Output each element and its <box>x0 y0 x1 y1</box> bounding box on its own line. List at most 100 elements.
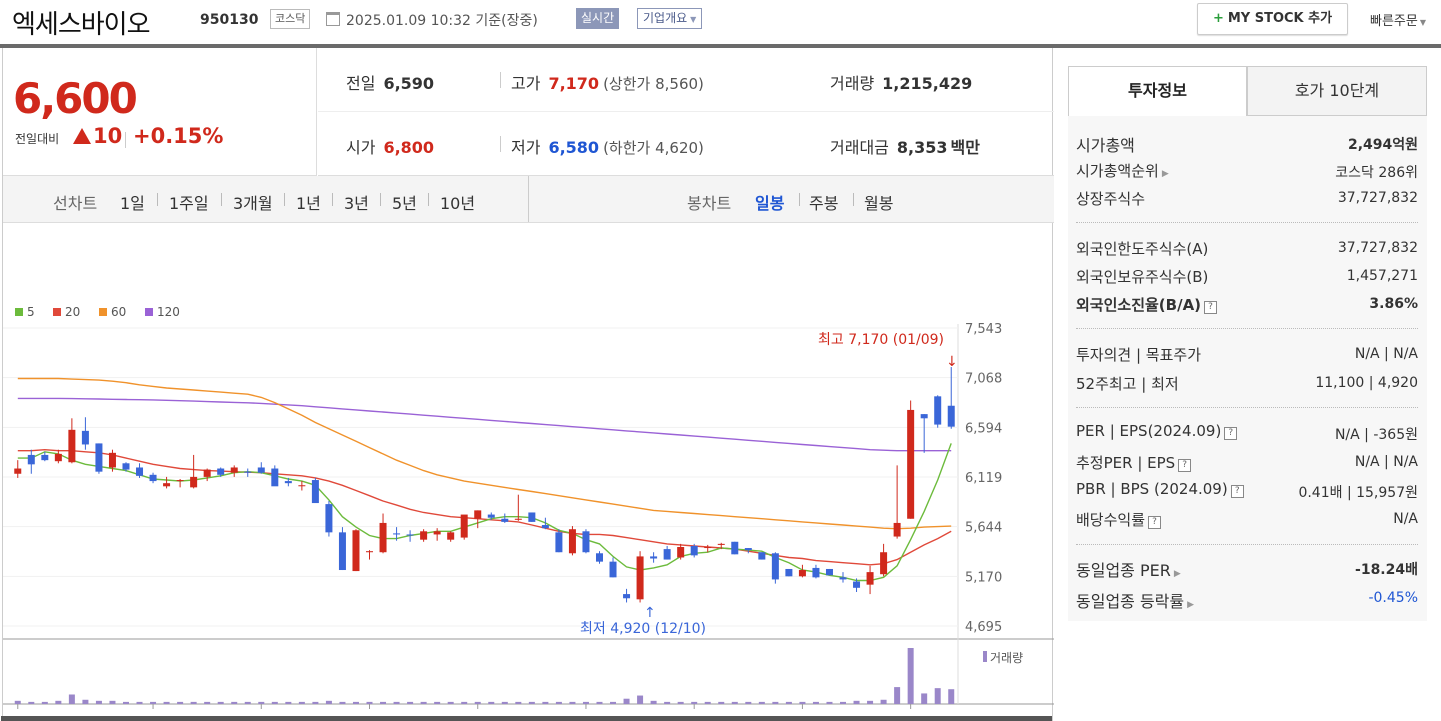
candle-body <box>704 547 712 549</box>
volume-bar <box>515 701 522 704</box>
divider <box>853 193 854 206</box>
stock-code: 950130 <box>200 12 259 28</box>
main-panel: 6,600 전일대비 10 +0.15% 전일 6,590 고가 7,170 (상한가… <box>1 48 1054 721</box>
info-value: 11,100 | 4,920 <box>1315 375 1418 391</box>
info-value: -0.45% <box>1368 590 1418 606</box>
volume-bar <box>840 701 847 704</box>
info-row-rank[interactable]: 시가총액순위 ▶ 코스닥 286위 <box>1076 160 1418 181</box>
candle-tab-weekly[interactable]: 주봉 <box>809 190 838 214</box>
period-tab-10y[interactable]: 10년 <box>440 190 475 214</box>
low-annotation: 최저 4,920 (12/10) <box>580 621 706 637</box>
candle-body <box>244 471 252 473</box>
candle-body <box>866 572 874 585</box>
help-icon[interactable]: ? <box>1204 301 1218 314</box>
low-label: 저가 <box>511 138 541 157</box>
info-row-foreign-limit: 외국인한도주식수(A) 37,727,832 <box>1076 238 1418 259</box>
volume-bar <box>758 701 765 704</box>
candle-body <box>14 468 22 474</box>
help-icon[interactable]: ? <box>1230 485 1244 498</box>
period-tab-1y[interactable]: 1년 <box>296 190 321 214</box>
candle-body <box>568 529 576 554</box>
candle-body <box>825 568 833 576</box>
high-label: 고가 <box>511 74 541 93</box>
info-row-pbr: PBR | BPS (2024.09)? 0.41배 | 15,957원 <box>1076 480 1418 501</box>
volume-bar <box>921 693 928 704</box>
quick-order-label: 빠른주문 <box>1370 14 1418 29</box>
info-value: 37,727,832 <box>1337 190 1418 206</box>
y-tick-label: 4,695 <box>965 620 1002 635</box>
candle-body <box>420 531 428 540</box>
candle-body <box>893 522 901 537</box>
datetime-text: 2025.01.09 10:32 기준(장중) <box>346 13 538 29</box>
period-tab-3m[interactable]: 3개월 <box>233 190 273 214</box>
candle-body <box>352 530 360 572</box>
add-mystock-button[interactable]: + MY STOCK 추가 <box>1197 3 1348 35</box>
calendar-icon <box>326 12 340 26</box>
volume-bar <box>907 648 914 704</box>
invest-info-table: 시가총액 2,494억원 시가총액순위 ▶ 코스닥 286위 상장주식수 37,727,… <box>1068 116 1427 621</box>
company-overview-label: 기업개요 <box>643 11 688 25</box>
candle-body <box>447 532 455 540</box>
candle-tab-monthly[interactable]: 월봉 <box>864 190 893 214</box>
period-tab-5y[interactable]: 5년 <box>392 190 417 214</box>
candle-body <box>68 429 76 463</box>
candle-body <box>677 547 685 558</box>
candle-body <box>541 525 549 529</box>
volume-bar <box>623 698 630 704</box>
volume-bar <box>434 701 441 704</box>
realtime-button[interactable]: 실시간 <box>576 8 620 29</box>
candle-body <box>217 468 225 475</box>
volume-bar <box>271 701 278 704</box>
tab-invest-info[interactable]: 투자정보 <box>1068 66 1247 116</box>
divider <box>428 193 429 206</box>
help-icon[interactable]: ? <box>1178 459 1192 472</box>
legend-label: 120 <box>157 305 180 319</box>
volume-bar <box>650 700 657 704</box>
volume-bar <box>461 701 468 704</box>
candlestick-chart[interactable]: 5 20 60 120 7,543 7,068 6,594 6,119 5,644 5,170 4,… <box>3 228 1054 721</box>
candle-body <box>271 468 279 487</box>
candle-body <box>690 545 698 556</box>
info-row-sector-per[interactable]: 동일업종 PER ▶ -18.24배 <box>1076 557 1418 581</box>
add-mystock-label: MY STOCK 추가 <box>1227 11 1333 26</box>
volume-legend-label: 거래량 <box>990 651 1023 665</box>
period-tab-1d[interactable]: 1일 <box>120 190 145 214</box>
info-row-est-per: 추정PER | EPS? N/A | N/A <box>1076 452 1418 473</box>
legend-swatch <box>99 308 107 316</box>
chevron-right-icon: ▶ <box>1161 169 1169 179</box>
info-row-sector-change[interactable]: 동일업종 등락률 ▶ -0.45% <box>1076 588 1418 612</box>
volume-bar <box>501 701 508 704</box>
help-icon[interactable]: ? <box>1224 427 1238 440</box>
period-tab-1w[interactable]: 1주일 <box>169 190 209 214</box>
volume-bar <box>366 701 373 704</box>
prev-label: 전일 <box>346 74 376 93</box>
volume-bar <box>718 701 725 704</box>
period-tab-3y[interactable]: 3년 <box>344 190 369 214</box>
candle-body <box>108 452 116 468</box>
volume-bar <box>596 701 603 704</box>
volume-legend-swatch <box>983 651 987 662</box>
high-annotation: 최고 7,170 (01/09) <box>818 332 944 348</box>
foreign-ratio-value: 3.86% <box>1369 296 1418 312</box>
volume-value: 1,215,429 <box>882 74 973 93</box>
info-label: 동일업종 PER <box>1076 561 1171 580</box>
candle-body <box>907 409 915 519</box>
quick-order-dropdown[interactable]: 빠른주문 ▼ <box>1370 10 1426 29</box>
candle-tab-daily[interactable]: 일봉 <box>755 190 784 214</box>
info-value: 2,494억원 <box>1348 134 1418 154</box>
info-label: 투자의견 | 목표주가 <box>1076 346 1201 364</box>
tab-hoga-10[interactable]: 호가 10단계 <box>1247 66 1427 116</box>
price-diff-value: 10 <box>93 124 123 148</box>
candle-body <box>501 518 509 522</box>
company-overview-dropdown[interactable]: 기업개요 ▼ <box>637 8 703 29</box>
amount-label: 거래대금 <box>830 138 889 157</box>
info-label: 동일업종 등락률 <box>1076 592 1185 611</box>
volume-bar <box>704 701 711 704</box>
info-label: 상장주식수 <box>1076 190 1146 208</box>
volume-bar <box>677 701 684 704</box>
help-icon[interactable]: ? <box>1148 516 1162 529</box>
candle-body <box>582 531 590 553</box>
divider <box>500 136 501 152</box>
ma120-line <box>17 397 952 452</box>
legend-label: 5 <box>27 305 35 319</box>
